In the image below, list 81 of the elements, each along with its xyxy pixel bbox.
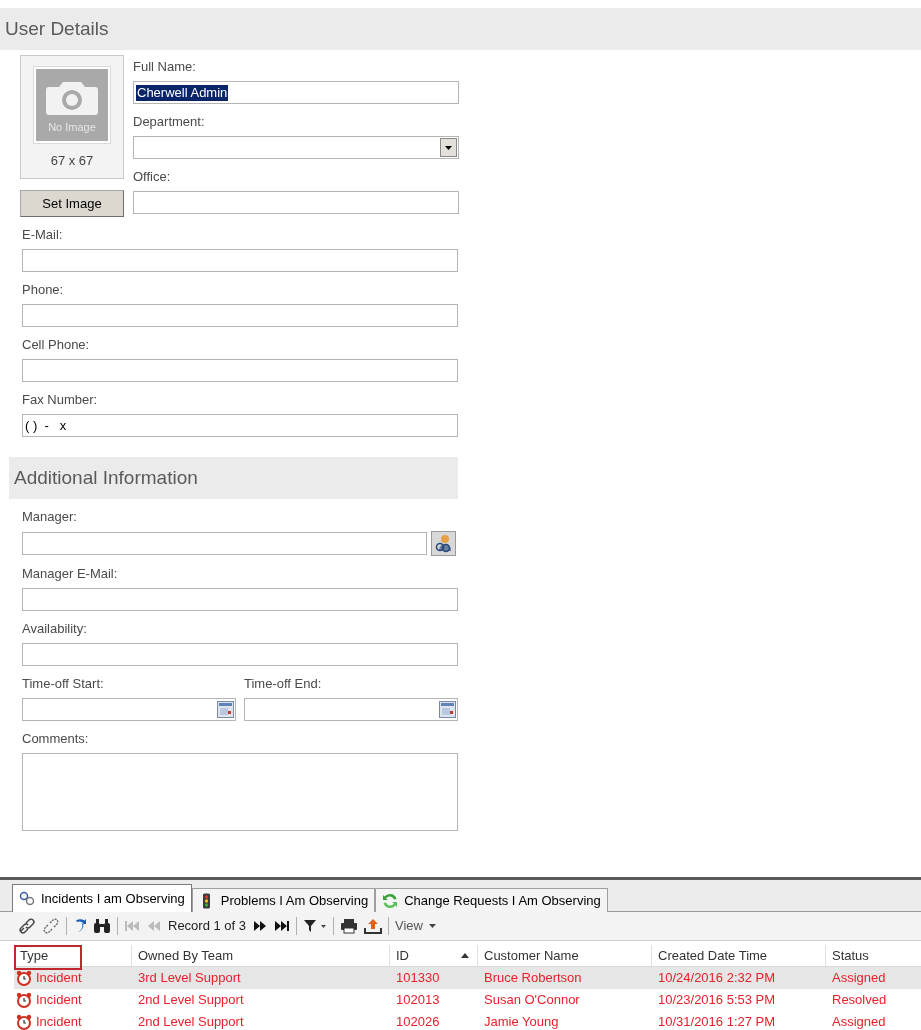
table-cell-text: 102026 [395, 1013, 441, 1030]
table-cell-text: Resolved [831, 991, 888, 1010]
person-search-icon [434, 534, 453, 553]
field-label: Time-off Start: [22, 675, 105, 693]
caret-icon [445, 145, 452, 150]
table-cell-text: Susan O'Connor [483, 991, 581, 1010]
table-cell-text: 10/31/2016 1:27 PM [657, 1013, 777, 1030]
calendar-icon [439, 701, 456, 718]
caret-icon [429, 924, 436, 928]
alarm-clock-icon [16, 992, 32, 1008]
camera-icon [45, 81, 99, 115]
set-image-button[interactable]: Set Image [20, 190, 124, 217]
field-label: Time-off End: [244, 675, 323, 693]
input-field[interactable] [22, 643, 458, 666]
table-cell-text: 10/24/2016 2:32 PM [657, 969, 777, 988]
column-header[interactable]: Customer Name [478, 945, 652, 966]
column-header[interactable]: Owned By Team [132, 945, 390, 966]
table-cell-text: 101330 [395, 969, 441, 988]
tab[interactable]: Problems I Am Observing [191, 888, 376, 912]
view-menu-button[interactable]: View [395, 916, 436, 936]
field-label: Manager E-Mail: [22, 565, 119, 583]
table-cell-text: Assigned [831, 1013, 887, 1030]
field-label: Availability: [22, 620, 88, 638]
calendar-icon [217, 701, 234, 718]
recycle-arrows-icon [382, 892, 399, 909]
table-cell-text: Assigned [831, 969, 887, 988]
field-label: Full Name: [133, 58, 197, 76]
field-label: Office: [133, 168, 172, 186]
column-header[interactable]: ID [390, 945, 478, 966]
links-icon [19, 890, 35, 907]
table-cell-text: 2nd Level Support [137, 991, 245, 1010]
section-header: Additional Information [9, 457, 458, 499]
input-field[interactable]: ( ) - x [22, 414, 458, 437]
column-header[interactable]: Created Date Time [652, 945, 826, 966]
input-field[interactable] [22, 588, 458, 611]
field-label: E-Mail: [22, 226, 64, 244]
alarm-clock-icon [16, 970, 32, 986]
tab[interactable]: Change Requests I Am Observing [375, 888, 608, 912]
unlink-icon[interactable] [42, 918, 60, 934]
field-label: Department: [133, 113, 206, 131]
binoculars-icon[interactable] [93, 918, 111, 934]
section-header: User Details [0, 8, 921, 50]
input-field[interactable] [22, 249, 458, 272]
input-field[interactable] [22, 304, 458, 327]
image-size-label: 67 x 67 [50, 152, 94, 170]
filter-icon[interactable] [303, 918, 328, 934]
input-field[interactable]: Cherwell Admin [133, 81, 459, 104]
table-cell-text: Jamie Young [483, 1013, 560, 1030]
last-record-icon[interactable] [274, 918, 291, 934]
table-cell-text: 2nd Level Support [137, 1013, 245, 1030]
print-icon[interactable] [340, 918, 359, 934]
table-cell: Incident [14, 990, 132, 1010]
image-placeholder-text: No Image [48, 121, 96, 134]
date-field[interactable] [244, 698, 458, 721]
table-cell-text: Bruce Robertson [483, 969, 583, 988]
table-cell-text: 3rd Level Support [137, 969, 242, 988]
link-icon[interactable] [18, 918, 36, 934]
table-cell: Incident [14, 1012, 132, 1030]
input-field[interactable] [133, 191, 459, 214]
input-field[interactable] [22, 532, 427, 555]
field-label: Fax Number: [22, 391, 99, 409]
record-counter: Record 1 of 3 [168, 917, 247, 936]
highlight-rectangle [14, 945, 82, 970]
export-icon[interactable] [364, 918, 383, 934]
tab[interactable]: Incidents I am Observing [12, 884, 192, 912]
field-label: Comments: [22, 730, 90, 748]
field-label: Manager: [22, 508, 78, 526]
alarm-clock-icon [16, 1014, 32, 1030]
lookup-button[interactable] [431, 531, 456, 556]
field-label: Phone: [22, 281, 65, 299]
column-header[interactable]: Status [826, 945, 921, 966]
input-field[interactable] [22, 359, 458, 382]
date-field[interactable] [22, 698, 236, 721]
comments-box[interactable] [22, 753, 458, 831]
table-cell-text: 10/23/2016 5:53 PM [657, 991, 777, 1010]
field-label: Cell Phone: [22, 336, 91, 354]
dropdown-field[interactable] [133, 136, 459, 159]
column-header[interactable]: Type [14, 945, 132, 966]
table-cell: Incident [14, 968, 132, 988]
table-cell-text: 102013 [395, 991, 441, 1010]
table-row[interactable]: Incident 3rd Level Support 101330 Bruce Robertson 10/24/2016 2:32 PM Assigned [14, 967, 921, 989]
